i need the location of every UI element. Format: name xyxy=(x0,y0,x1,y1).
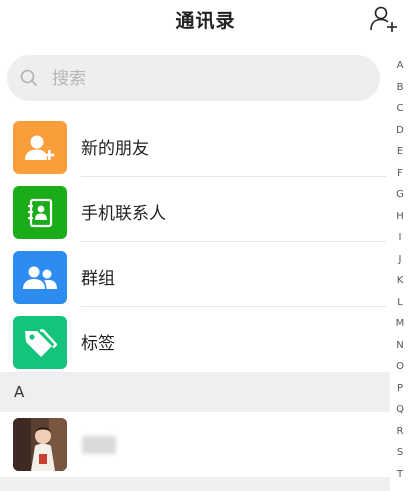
index-letter-h[interactable]: H xyxy=(389,206,411,228)
new-friends-label: 新的朋友 xyxy=(81,139,149,159)
index-letter-n[interactable]: N xyxy=(389,335,411,357)
phone-contacts-icon xyxy=(13,186,67,239)
index-letter-g[interactable]: G xyxy=(389,184,411,206)
index-letter-f[interactable]: F xyxy=(389,163,411,185)
add-friend-icon[interactable] xyxy=(369,4,399,34)
index-letter-p[interactable]: P xyxy=(389,378,411,400)
index-letter-r[interactable]: R xyxy=(389,421,411,443)
index-letter-o[interactable]: O xyxy=(389,356,411,378)
index-letter-m[interactable]: M xyxy=(389,313,411,335)
header: 通讯录 xyxy=(0,0,411,44)
index-letter-e[interactable]: E xyxy=(389,141,411,163)
index-letter-b[interactable]: B xyxy=(389,77,411,99)
groups-label: 群组 xyxy=(81,269,115,289)
index-letter-i[interactable]: I xyxy=(389,227,411,249)
new-friend-icon xyxy=(13,121,67,174)
tags-item[interactable]: 标签 xyxy=(0,307,386,372)
new-friends-item[interactable]: 新的朋友 xyxy=(0,112,386,177)
search-icon xyxy=(20,69,38,87)
index-letter-q[interactable]: Q xyxy=(389,399,411,421)
index-letter-d[interactable]: D xyxy=(389,120,411,142)
group-icon xyxy=(13,251,67,304)
page-title: 通讯录 xyxy=(175,10,236,32)
index-letter-a[interactable]: A xyxy=(389,55,411,77)
section-letter: A xyxy=(14,383,25,401)
contact-name-redacted xyxy=(82,436,116,454)
index-letter-s[interactable]: S xyxy=(389,442,411,464)
section-header-a: A xyxy=(0,372,390,412)
contact-row[interactable] xyxy=(0,412,390,477)
search-bar[interactable] xyxy=(7,55,380,101)
contacts-screen: 通讯录 新的朋友 xyxy=(0,0,411,491)
tags-label: 标签 xyxy=(81,334,115,354)
index-letter-t[interactable]: T xyxy=(389,464,411,486)
search-input[interactable] xyxy=(50,63,354,95)
section-separator xyxy=(0,477,390,491)
groups-item[interactable]: 群组 xyxy=(0,242,386,307)
index-letter-k[interactable]: K xyxy=(389,270,411,292)
index-letter-c[interactable]: C xyxy=(389,98,411,120)
phone-contacts-label: 手机联系人 xyxy=(81,204,166,224)
tag-icon xyxy=(13,316,67,369)
avatar xyxy=(13,418,67,471)
index-letter-l[interactable]: L xyxy=(389,292,411,314)
phone-contacts-item[interactable]: 手机联系人 xyxy=(0,177,386,242)
index-letter-j[interactable]: J xyxy=(389,249,411,271)
alphabet-index-bar[interactable]: A B C D E F G H I J K L M N O P Q R S T xyxy=(389,55,411,485)
